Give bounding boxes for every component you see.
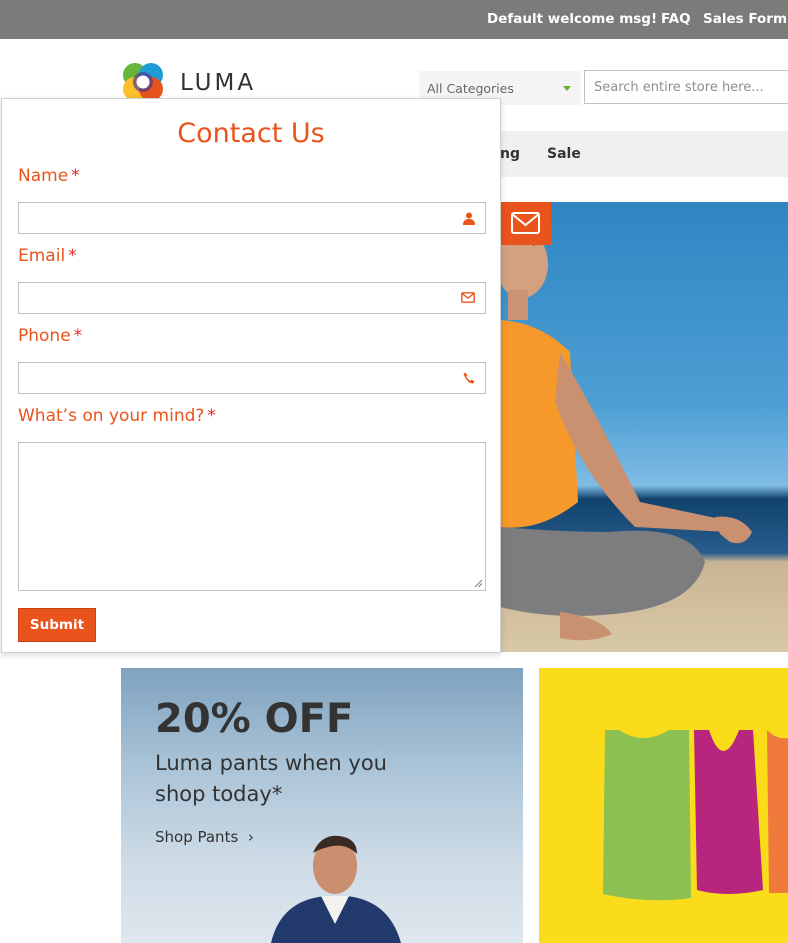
sales-form-link[interactable]: Sales Form	[703, 11, 787, 27]
required-marker: *	[71, 166, 80, 186]
required-marker: *	[73, 326, 83, 346]
luma-logo-text[interactable]: LUMA	[180, 70, 256, 96]
nav-item-sale[interactable]: Sale	[547, 146, 581, 162]
chevron-right-icon: ›	[247, 828, 254, 846]
promo-headline: 20% OFF	[155, 696, 354, 742]
search-placeholder: Search entire store here...	[594, 80, 764, 95]
phone-label: Phone *	[18, 326, 83, 346]
phone-icon	[463, 372, 475, 384]
name-field[interactable]	[18, 202, 486, 234]
email-field[interactable]	[18, 282, 486, 314]
phone-field[interactable]	[18, 362, 486, 394]
promo-text: Luma pants when you shop today*	[155, 751, 387, 806]
search-input[interactable]: Search entire store here...	[584, 70, 788, 104]
chevron-down-icon	[563, 86, 571, 91]
nav-item-training[interactable]: ng	[500, 146, 520, 162]
email-label: Email *	[18, 246, 77, 266]
submit-button[interactable]: Submit	[18, 608, 96, 642]
resize-handle-icon[interactable]	[474, 579, 483, 588]
envelope-icon	[511, 212, 540, 234]
contact-form-title: Contact Us	[177, 118, 325, 149]
faq-link[interactable]: FAQ	[661, 11, 691, 27]
contact-form-popup: Contact Us Name * Email * Phone * What’s on…	[1, 98, 501, 653]
promo-tanks-image	[603, 730, 788, 901]
name-label: Name *	[18, 166, 80, 186]
user-icon	[463, 212, 475, 225]
required-marker: *	[68, 246, 77, 266]
hero-banner[interactable]	[500, 202, 788, 652]
promo-tanks-banner[interactable]	[539, 668, 788, 943]
top-bar: Default welcome msg! FAQ Sales Form	[0, 0, 788, 39]
hero-yoga-image	[500, 218, 752, 641]
message-label: What’s on your mind? *	[18, 406, 216, 426]
shop-pants-link[interactable]: Shop Pants ›	[155, 828, 254, 846]
category-select-value: All Categories	[427, 81, 514, 96]
contact-toggle-button[interactable]	[500, 202, 551, 245]
message-textarea[interactable]	[18, 442, 486, 591]
promo-pants-banner[interactable]: 20% OFF Luma pants when you shop today* …	[121, 668, 523, 943]
required-marker: *	[207, 406, 216, 426]
envelope-icon	[461, 292, 475, 303]
luma-logo-icon[interactable]	[121, 61, 165, 103]
welcome-message: Default welcome msg!	[487, 11, 658, 27]
nav-bar: ng Sale	[500, 131, 788, 177]
